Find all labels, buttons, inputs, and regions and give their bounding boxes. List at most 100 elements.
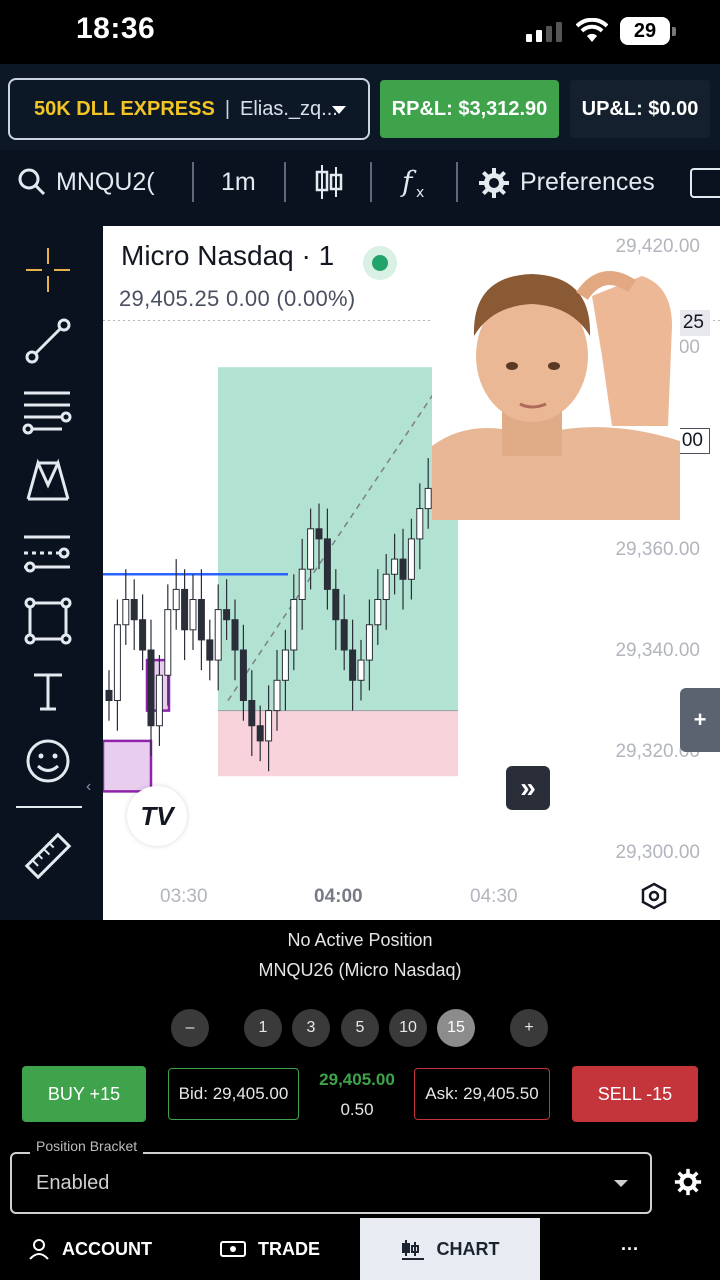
candle-body — [206, 639, 214, 661]
collapse-panel-icon[interactable]: ‹ — [86, 778, 91, 796]
nav-trade-label: TRADE — [258, 1238, 320, 1259]
search-icon[interactable] — [18, 168, 46, 201]
candle-body — [349, 649, 357, 681]
toolbar-divider — [370, 162, 372, 202]
candle-body — [122, 599, 130, 626]
candle-body — [315, 528, 323, 540]
x-axis-label: 04:30 — [470, 886, 518, 907]
candle-body — [323, 538, 331, 590]
buy-button[interactable]: BUY +15 — [22, 1066, 146, 1122]
chart-icon — [401, 1240, 424, 1260]
price-tag: 00 — [674, 428, 710, 454]
y-axis-label: 00 — [678, 337, 700, 358]
chart-quote: 29,405.25 0.00 (0.00%) — [119, 286, 356, 311]
realized-pnl-badge[interactable]: RP&L: $3,312.90 — [380, 80, 559, 138]
qty-option-button-selected[interactable]: 15 — [437, 1009, 475, 1047]
candle-body — [239, 649, 247, 701]
candle-body — [189, 599, 197, 631]
candle-body — [214, 609, 222, 661]
chart-settings-icon[interactable] — [640, 882, 668, 915]
candle-body — [223, 609, 231, 621]
chart-instrument-title: Micro Nasdaq · 1 — [121, 240, 335, 271]
candle-body — [256, 725, 264, 742]
candle-body — [374, 599, 382, 626]
price-tag: 25 — [676, 310, 710, 336]
ruler-icon[interactable] — [22, 830, 74, 882]
account-user: Elias._zq... — [240, 97, 338, 120]
candle-body — [197, 599, 205, 641]
toolbar-divider — [192, 162, 194, 202]
spread-value: 0.50 — [340, 1100, 374, 1119]
candle-body — [172, 588, 180, 611]
position-bracket-value: Enabled — [36, 1172, 110, 1194]
user-icon — [29, 1239, 49, 1260]
wifi-icon — [575, 17, 609, 49]
crosshair-icon[interactable] — [22, 244, 74, 296]
nav-chart[interactable]: CHART — [360, 1218, 540, 1280]
toolbar-divider — [284, 162, 286, 202]
nav-trade[interactable]: TRADE — [180, 1218, 360, 1280]
candle-body — [231, 619, 239, 651]
chevron-down-icon — [332, 106, 346, 114]
emoji-icon[interactable] — [22, 735, 74, 787]
candle-body — [298, 568, 306, 601]
scroll-to-realtime-button[interactable]: » — [506, 766, 550, 810]
more-icon: ··· — [621, 1238, 639, 1259]
interval-button[interactable]: 1m — [221, 168, 256, 197]
tradingview-logo: TV — [127, 786, 187, 846]
qty-decrease-button[interactable]: – — [171, 1009, 209, 1047]
candle-body — [281, 649, 289, 681]
pattern-icon[interactable] — [22, 455, 74, 507]
sell-button[interactable]: SELL -15 — [572, 1066, 698, 1122]
fib-levels-icon[interactable] — [22, 385, 74, 437]
candle-type-icon[interactable] — [314, 163, 344, 206]
candle-body — [290, 599, 298, 651]
gear-icon[interactable] — [674, 1168, 702, 1196]
status-time: 18:36 — [76, 12, 156, 45]
rectangle-icon[interactable] — [22, 595, 74, 647]
qty-option-button[interactable]: 5 — [341, 1009, 379, 1047]
account-separator: | — [224, 97, 231, 120]
drawn-box — [103, 739, 153, 793]
x-axis-label: 03:30 — [160, 886, 208, 907]
battery-nub — [672, 27, 676, 36]
nav-account-label: ACCOUNT — [62, 1238, 152, 1259]
symbol-search-input[interactable]: MNQU2( — [56, 168, 160, 197]
candle-body — [391, 558, 399, 575]
candle-body — [139, 619, 147, 651]
y-axis-label: 29,360.00 — [615, 539, 700, 560]
preferences-button[interactable]: Preferences — [520, 168, 655, 197]
text-icon[interactable] — [22, 665, 74, 717]
chevron-down-icon — [614, 1180, 628, 1187]
add-order-tab[interactable]: + — [680, 688, 720, 752]
x-axis-label: 04:00 — [314, 886, 363, 907]
candle-body — [181, 588, 189, 631]
y-axis-label: 29,300.00 — [615, 842, 700, 863]
candle-body — [164, 609, 172, 676]
candle-body — [155, 674, 163, 727]
unrealized-pnl-badge[interactable]: UP&L: $0.00 — [570, 80, 710, 138]
nav-more[interactable]: ··· — [540, 1218, 720, 1280]
bid-price[interactable]: Bid: 29,405.00 — [168, 1068, 299, 1120]
cellular-signal-icon — [526, 22, 562, 42]
forecast-icon[interactable] — [22, 525, 74, 577]
indicators-fx-icon[interactable]: fx — [400, 165, 430, 206]
layout-toggle-icon[interactable] — [690, 168, 720, 198]
svg-text:x: x — [416, 185, 424, 201]
gear-icon[interactable] — [478, 167, 510, 204]
qty-option-button[interactable]: 1 — [244, 1009, 282, 1047]
candle-body — [340, 619, 348, 651]
ask-price[interactable]: Ask: 29,405.50 — [414, 1068, 550, 1120]
trend-line-icon[interactable] — [22, 315, 74, 367]
candle-body — [248, 700, 256, 727]
account-selector[interactable]: 50K DLL EXPRESS | Elias._zq... — [8, 78, 370, 140]
price-chart[interactable]: Micro Nasdaq · 1 29,405.25 0.00 (0.00%) … — [103, 226, 720, 920]
nav-account[interactable]: ACCOUNT — [0, 1218, 180, 1280]
qty-increase-button[interactable]: + — [510, 1009, 548, 1047]
qty-option-button[interactable]: 10 — [389, 1009, 427, 1047]
candle-body — [105, 689, 113, 701]
streamer-video-overlay — [432, 256, 680, 520]
qty-option-button[interactable]: 3 — [292, 1009, 330, 1047]
toolbar-divider — [456, 162, 458, 202]
candle-body — [332, 588, 340, 621]
